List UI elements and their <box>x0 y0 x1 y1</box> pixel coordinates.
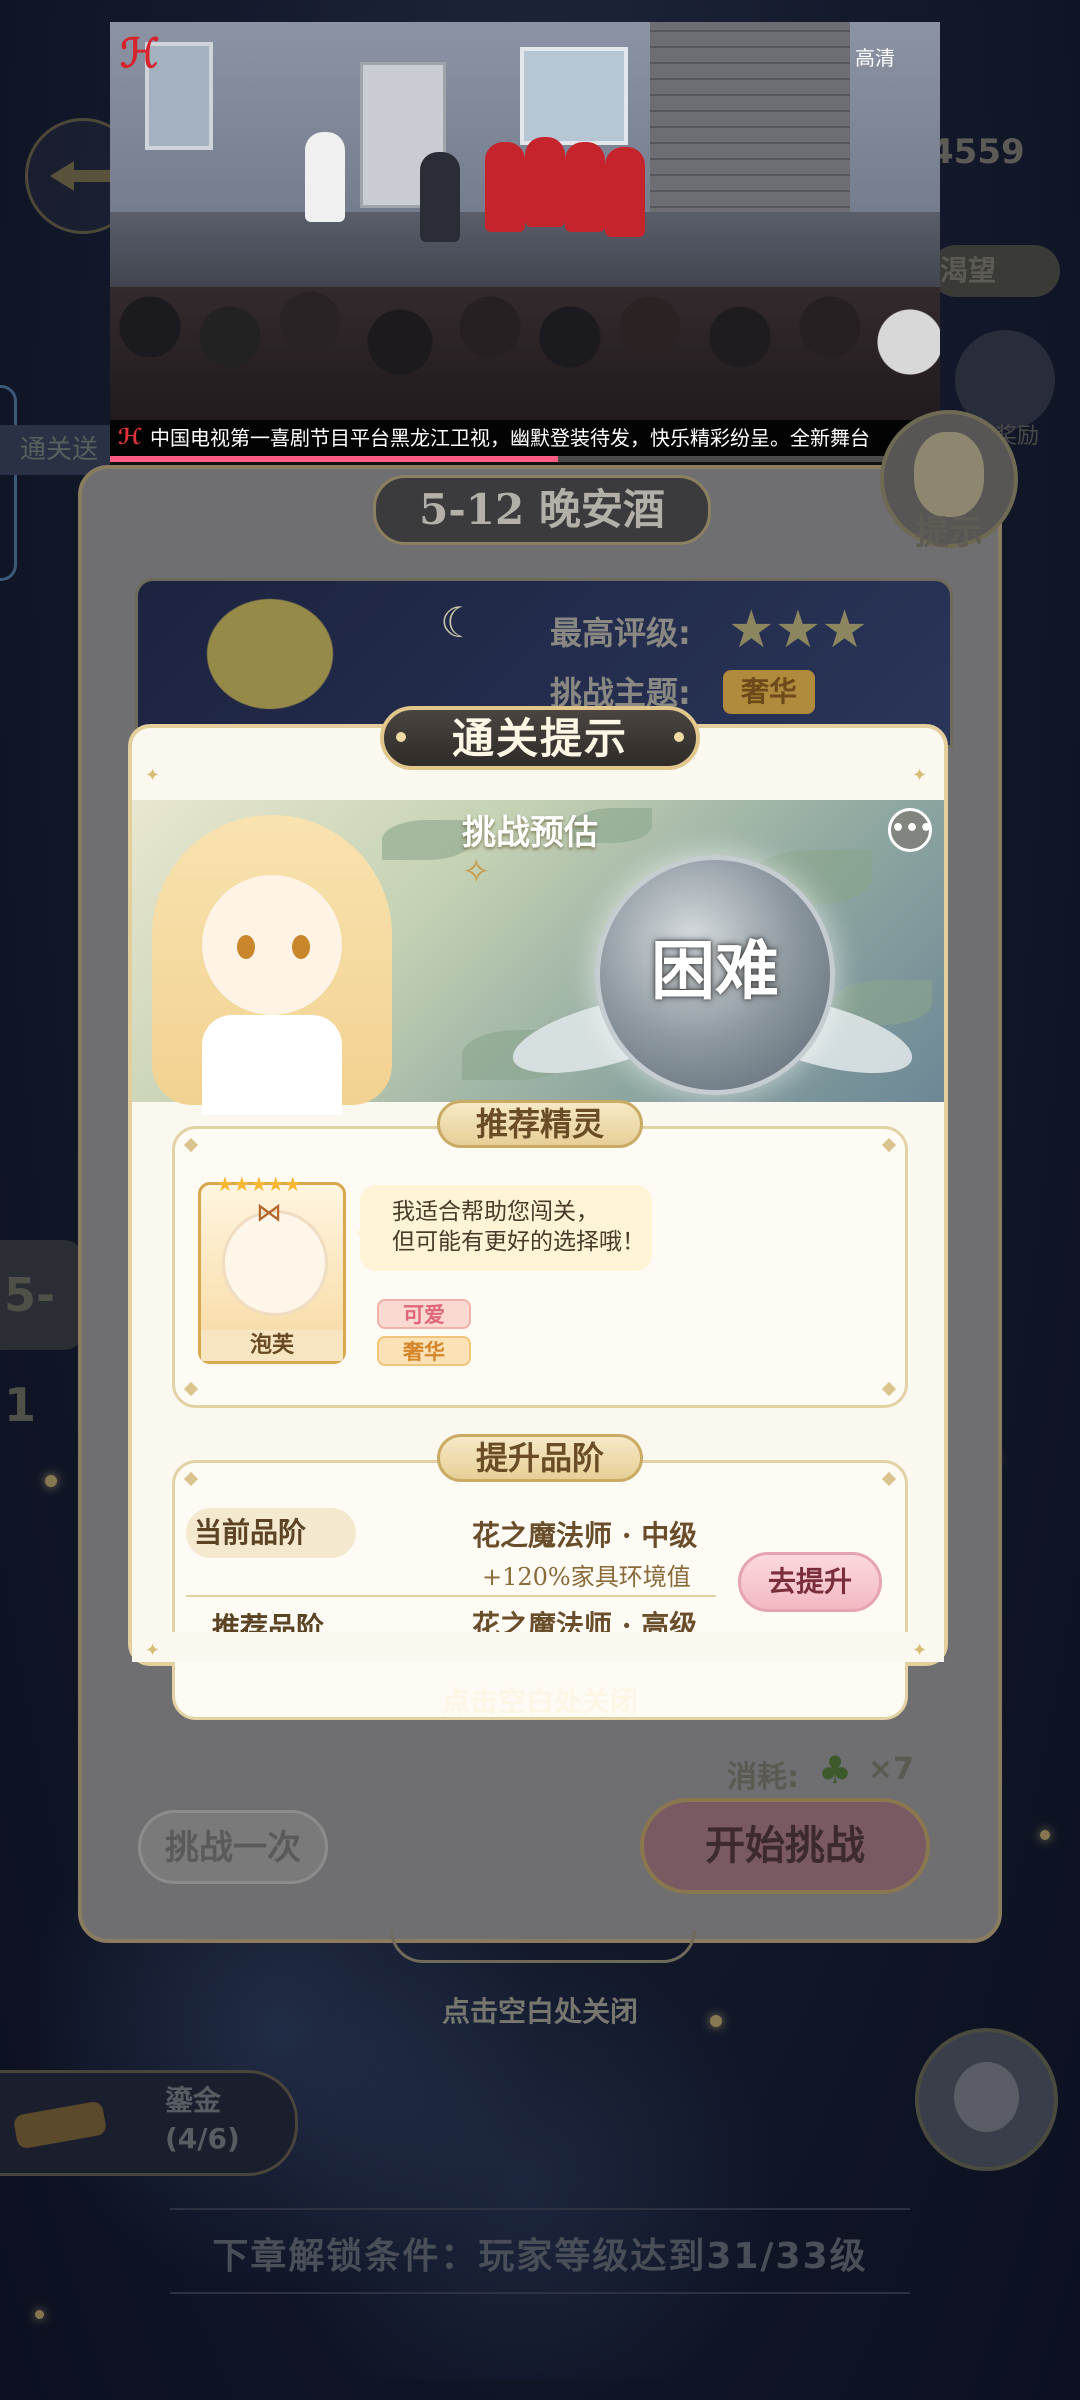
performer <box>525 137 565 227</box>
video-player[interactable]: ℋ 高清 中国电视第一喜剧节目平台黑龙江卫视，幽默登装待发，快乐精彩纷呈。全新舞… <box>110 22 940 469</box>
sparkle <box>35 2310 44 2319</box>
bow-icon: ⋈ <box>256 1198 282 1228</box>
corner-ornament: ✦ <box>145 765 161 786</box>
more-options-button[interactable]: ••• <box>888 808 933 852</box>
wish-button[interactable]: 渴望 <box>930 245 1060 297</box>
performer <box>565 142 605 232</box>
close-hint[interactable]: 点击空白处关闭 <box>0 1990 1080 2030</box>
trait-tag-luxury: 奢华 <box>377 1336 471 1366</box>
cost-value: ×7 <box>868 1752 915 1787</box>
performer <box>305 132 345 222</box>
stage-title: 5-12 晚安酒 <box>373 475 711 545</box>
character-avatar[interactable] <box>915 2028 1058 2171</box>
divider <box>170 2208 910 2210</box>
corner-ornament: ✦ <box>912 765 928 786</box>
corner-ornament: ✦ <box>145 1640 161 1661</box>
chapter-level-tab[interactable]: 5-1 <box>0 1240 84 1432</box>
spirit-rarity-stars: ★★★★★ <box>216 1172 302 1196</box>
channel-logo: ℋ <box>120 30 160 77</box>
card-bottom-ornament <box>390 1930 696 1963</box>
best-rating-label: 最高评级: <box>550 614 691 652</box>
divider <box>170 2292 910 2294</box>
currency-count: 4559 <box>930 132 1025 172</box>
difficulty-level: 困难 <box>651 934 779 1009</box>
divider <box>186 1595 716 1597</box>
video-ticker: 中国电视第一喜剧节目平台黑龙江卫视，幽默登装待发，快乐精彩纷呈。全新舞台 <box>110 420 940 456</box>
performer <box>605 147 645 237</box>
video-progress-fill <box>110 456 559 462</box>
current-grade-value: 花之魔法师 · 中级 <box>472 1519 698 1552</box>
ticker-logo: ℋ <box>118 425 142 450</box>
sparkle-icon: ✧ <box>462 852 491 892</box>
tip-label[interactable]: 提示 <box>915 505 983 554</box>
spirit-speech-bubble: 我适合帮助您闯关， 但可能有更好的选择哦！ <box>356 1185 652 1271</box>
video-frame <box>110 22 940 457</box>
performer <box>420 152 460 242</box>
corner-ornament: ✦ <box>912 1640 928 1661</box>
recommend-spirit-title: 推荐精灵 <box>437 1100 643 1148</box>
gold-label: 鎏金 <box>165 2084 222 2117</box>
moon-icon: ☾ <box>440 598 478 647</box>
performer <box>485 142 525 232</box>
popup-close-hint[interactable]: 点击空白处关闭 <box>0 1680 1080 1720</box>
rating-stars: ★★★ <box>728 600 868 660</box>
spirit-name: 泡芙 <box>201 1330 343 1361</box>
side-tab-frame <box>0 385 17 581</box>
title-ornament <box>396 732 406 742</box>
elf-character <box>132 805 452 1115</box>
unlock-condition: 下章解锁条件：玩家等级达到31/33级 <box>212 2236 868 2277</box>
popup-title: 通关提示 <box>380 706 700 770</box>
sparkle <box>45 1475 57 1487</box>
brick-wall <box>650 22 850 222</box>
sparkle <box>1040 1830 1050 1840</box>
upgrade-grade-title: 提升品阶 <box>437 1434 643 1482</box>
title-ornament <box>674 732 684 742</box>
gold-progress-count: (4/6) <box>165 2122 240 2155</box>
gold-progress-label: 鎏金 (4/6) <box>165 2082 240 2158</box>
quality-toggle[interactable]: 高清 <box>855 42 895 71</box>
challenge-once-button[interactable]: 挑战一次 <box>138 1810 328 1884</box>
speech-line: 但可能有更好的选择哦！ <box>392 1229 645 1255</box>
cost-label: 消耗: <box>727 1760 799 1795</box>
estimate-label: 挑战预估 <box>462 813 598 853</box>
start-challenge-button[interactable]: 开始挑战 <box>640 1798 930 1894</box>
speech-line: 我适合帮助您闯关， <box>392 1199 599 1225</box>
current-grade-bonus: +120%家具环境值 <box>482 1563 691 1591</box>
trait-tag-cute: 可爱 <box>377 1299 471 1329</box>
current-grade-label: 当前品阶 <box>186 1508 356 1558</box>
clover-icon: ♣ <box>818 1748 853 1792</box>
challenge-theme-tag: 奢华 <box>723 670 815 714</box>
popup-footer <box>132 1632 944 1662</box>
stage-window <box>520 47 628 145</box>
go-upgrade-button[interactable]: 去提升 <box>738 1552 882 1612</box>
